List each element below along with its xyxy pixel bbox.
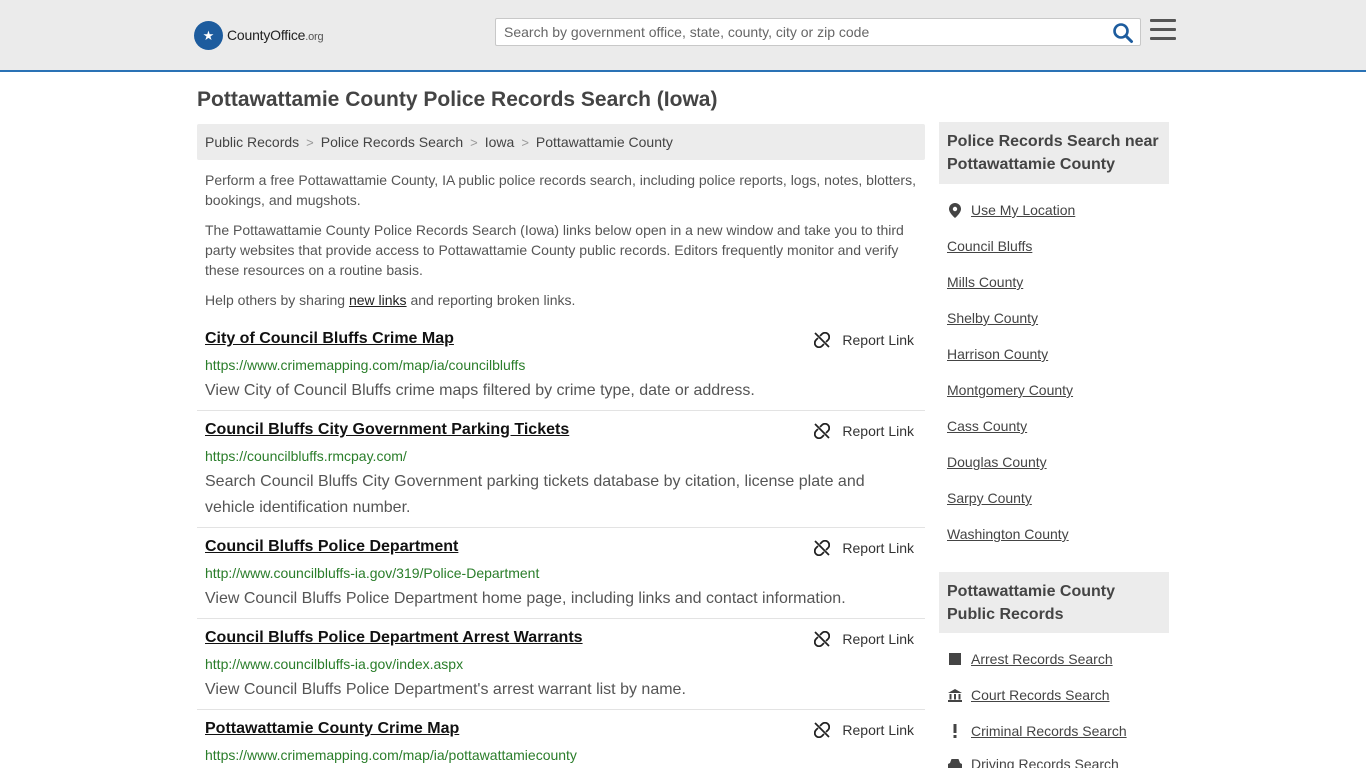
sidebar-link-court-records[interactable]: Court Records Search: [947, 687, 1110, 703]
search-icon: [1113, 23, 1133, 43]
sidebar-records-heading: Pottawattamie County Public Records: [939, 572, 1169, 633]
result-title-link[interactable]: Pottawattamie County Crime Map: [205, 720, 459, 738]
sidebar-link-cass-county[interactable]: Cass County: [947, 418, 1027, 434]
breadcrumb-public-records[interactable]: Public Records: [205, 134, 299, 150]
square-icon: [947, 653, 963, 665]
eagle-logo-icon: ★: [194, 20, 223, 50]
broken-link-icon: [814, 722, 831, 738]
result-description: View City of Council Bluffs crime maps f…: [205, 382, 755, 399]
intro-paragraph-2: The Pottawattamie County Police Records …: [205, 222, 904, 278]
breadcrumb-police-records-search[interactable]: Police Records Search: [321, 134, 463, 150]
search-bar: [495, 18, 1141, 46]
sidebar-near-heading: Police Records Search near Pottawattamie…: [939, 122, 1169, 184]
site-logo[interactable]: ★ CountyOffice.org: [194, 20, 324, 50]
result-title-link[interactable]: Council Bluffs Police Department: [205, 538, 458, 556]
report-link-button[interactable]: Report Link: [814, 722, 914, 738]
result-title-link[interactable]: Council Bluffs City Government Parking T…: [205, 421, 569, 439]
report-link-label: Report Link: [842, 540, 914, 556]
sidebar-link-council-bluffs[interactable]: Council Bluffs: [947, 238, 1032, 254]
courthouse-icon: [947, 688, 963, 702]
result-item: Pottawattamie County Crime Map Report Li…: [197, 720, 925, 768]
breadcrumb: Public Records > Police Records Search >…: [197, 124, 925, 160]
sidebar-link-washington-county[interactable]: Washington County: [947, 526, 1069, 542]
result-description: View Council Bluffs Police Department's …: [205, 681, 686, 698]
broken-link-icon: [814, 631, 831, 647]
result-title-link[interactable]: City of Council Bluffs Crime Map: [205, 330, 454, 348]
result-description: Search Council Bluffs City Government pa…: [205, 473, 865, 516]
result-item: Council Bluffs City Government Parking T…: [197, 421, 925, 528]
sidebar-link-criminal-records[interactable]: Criminal Records Search: [947, 723, 1127, 739]
result-item: Council Bluffs Police Department Report …: [197, 538, 925, 619]
hamburger-menu-icon[interactable]: [1150, 19, 1176, 43]
sidebar-link-arrest-records[interactable]: Arrest Records Search: [947, 651, 1113, 667]
report-link-button[interactable]: Report Link: [814, 332, 914, 348]
result-title-link[interactable]: Council Bluffs Police Department Arrest …: [205, 629, 583, 647]
report-link-label: Report Link: [842, 332, 914, 348]
sidebar-link-montgomery-county[interactable]: Montgomery County: [947, 382, 1073, 398]
intro-paragraph-3: Help others by sharing new links and rep…: [205, 292, 576, 308]
car-icon: [947, 758, 963, 768]
site-header: ★ CountyOffice.org: [0, 0, 1366, 72]
search-input[interactable]: [496, 19, 1106, 45]
sidebar-link-harrison-county[interactable]: Harrison County: [947, 346, 1048, 362]
report-link-button[interactable]: Report Link: [814, 631, 914, 647]
report-link-button[interactable]: Report Link: [814, 423, 914, 439]
broken-link-icon: [814, 540, 831, 556]
broken-link-icon: [814, 423, 831, 439]
chevron-right-icon: >: [470, 134, 478, 150]
report-link-label: Report Link: [842, 631, 914, 647]
report-link-label: Report Link: [842, 722, 914, 738]
result-url[interactable]: https://councilbluffs.rmcpay.com/: [205, 448, 407, 464]
result-url[interactable]: https://www.crimemapping.com/map/ia/pott…: [205, 747, 577, 763]
result-url[interactable]: https://www.crimemapping.com/map/ia/coun…: [205, 357, 525, 373]
sidebar-link-douglas-county[interactable]: Douglas County: [947, 454, 1047, 470]
logo-text: CountyOffice: [227, 27, 306, 43]
result-item: Council Bluffs Police Department Arrest …: [197, 629, 925, 710]
sidebar-link-sarpy-county[interactable]: Sarpy County: [947, 490, 1032, 506]
sidebar-link-driving-records[interactable]: Driving Records Search: [947, 756, 1119, 768]
exclamation-icon: [947, 724, 963, 738]
sidebar-link-mills-county[interactable]: Mills County: [947, 274, 1023, 290]
result-url[interactable]: http://www.councilbluffs-ia.gov/index.as…: [205, 656, 463, 672]
broken-link-icon: [814, 332, 831, 348]
result-url[interactable]: http://www.councilbluffs-ia.gov/319/Poli…: [205, 565, 539, 581]
intro-paragraph-1: Perform a free Pottawattamie County, IA …: [205, 172, 916, 208]
result-item: City of Council Bluffs Crime Map Report …: [197, 330, 925, 411]
map-pin-icon: [947, 202, 963, 218]
breadcrumb-pottawattamie-county[interactable]: Pottawattamie County: [536, 134, 673, 150]
result-description: View Council Bluffs Police Department ho…: [205, 590, 846, 607]
chevron-right-icon: >: [521, 134, 529, 150]
page-title: Pottawattamie County Police Records Sear…: [197, 88, 718, 111]
search-button[interactable]: [1112, 22, 1134, 44]
use-my-location-label: Use My Location: [971, 202, 1076, 218]
logo-suffix: .org: [305, 31, 324, 43]
report-link-button[interactable]: Report Link: [814, 540, 914, 556]
breadcrumb-iowa[interactable]: Iowa: [485, 134, 515, 150]
chevron-right-icon: >: [306, 134, 314, 150]
report-link-label: Report Link: [842, 423, 914, 439]
new-links-link[interactable]: new links: [349, 292, 407, 308]
sidebar-link-shelby-county[interactable]: Shelby County: [947, 310, 1038, 326]
use-my-location-link[interactable]: Use My Location: [947, 202, 1075, 218]
